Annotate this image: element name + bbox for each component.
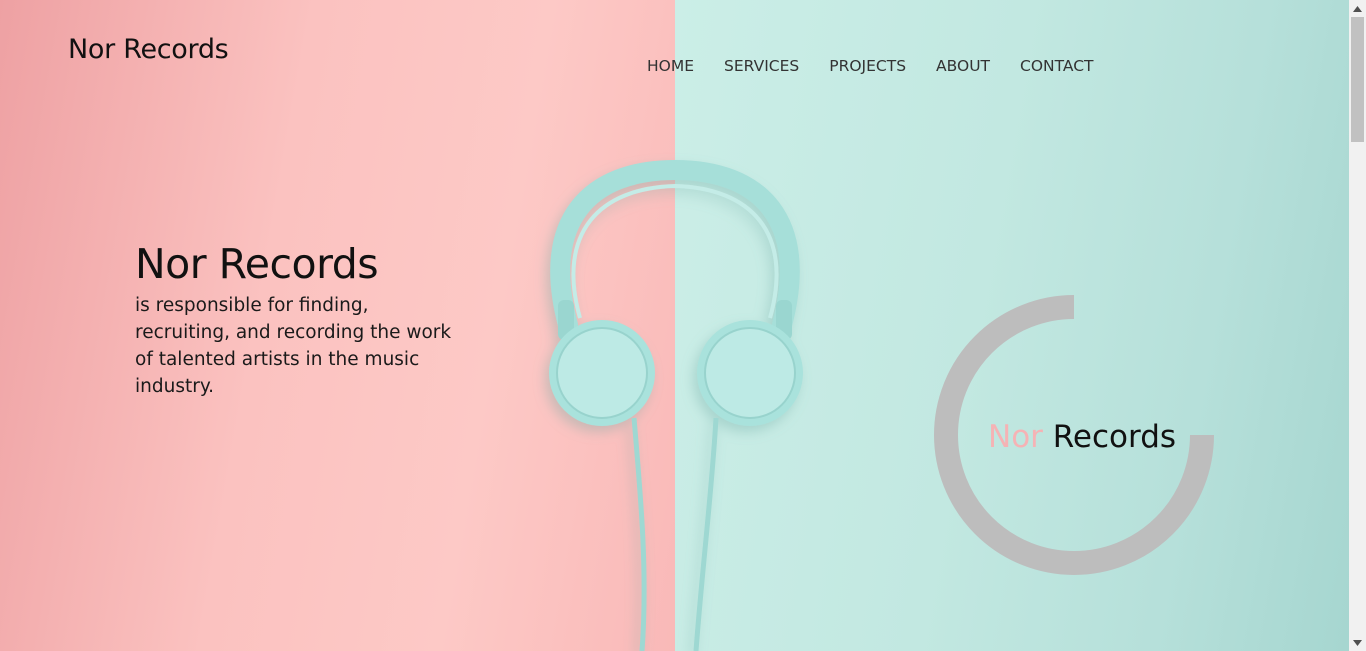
nav-services[interactable]: SERVICES <box>724 56 799 76</box>
nav-contact[interactable]: CONTACT <box>1020 56 1094 76</box>
ring-label-accent: Nor <box>988 419 1043 455</box>
hero-intro: Nor Records is responsible for finding, … <box>135 240 455 400</box>
hero-section: Nor Records HOME SERVICES PROJECTS ABOUT… <box>0 0 1349 651</box>
ring-label: Nor Records <box>988 418 1176 456</box>
nav-projects[interactable]: PROJECTS <box>829 56 906 76</box>
scrollbar-thumb[interactable] <box>1351 17 1364 142</box>
nav-about[interactable]: ABOUT <box>936 56 990 76</box>
headphones-icon <box>549 159 803 651</box>
site-logo[interactable]: Nor Records <box>68 34 229 65</box>
ring-label-word: Records <box>1052 419 1177 455</box>
main-nav: HOME SERVICES PROJECTS ABOUT CONTACT <box>647 56 1124 76</box>
arrow-up-icon[interactable] <box>1349 0 1366 17</box>
page-scrollbar[interactable] <box>1349 0 1366 651</box>
hero-description: is responsible for finding, recruiting, … <box>135 295 452 397</box>
arrow-down-icon[interactable] <box>1349 634 1366 651</box>
hero-title: Nor Records <box>135 240 379 288</box>
nav-home[interactable]: HOME <box>647 56 694 76</box>
